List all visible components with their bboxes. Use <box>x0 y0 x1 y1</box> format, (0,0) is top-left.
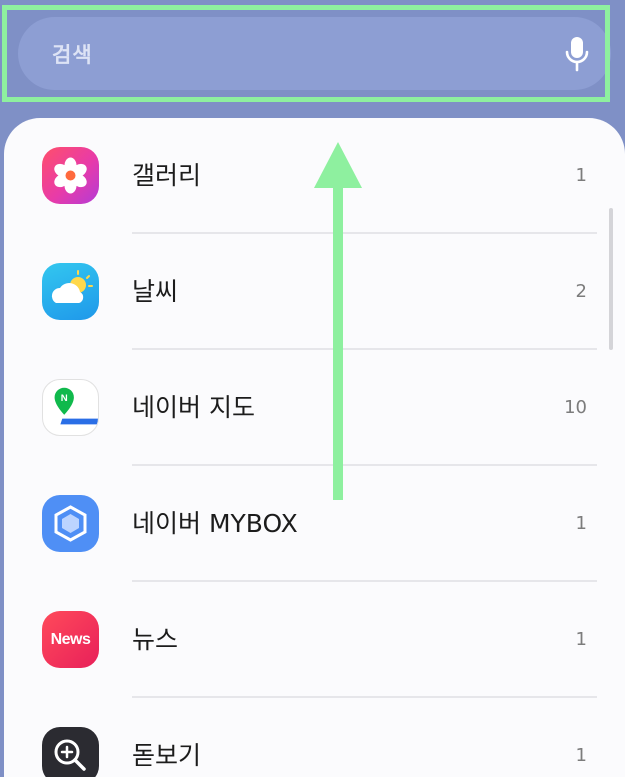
gallery-icon <box>42 147 99 204</box>
weather-icon <box>42 263 99 320</box>
magnifier-icon <box>42 727 99 777</box>
app-name: 네이버 MYBOX <box>132 509 298 538</box>
app-name: 네이버 지도 <box>132 393 255 422</box>
naver-map-icon: N <box>42 379 99 436</box>
app-row-magnifier[interactable]: 돋보기 1 <box>4 698 625 777</box>
app-count: 1 <box>575 629 587 650</box>
svg-text:N: N <box>61 393 68 404</box>
app-name: 갤러리 <box>132 161 202 190</box>
highlight-box <box>2 5 610 102</box>
app-count: 1 <box>575 745 587 766</box>
naver-mybox-icon <box>42 495 99 552</box>
app-count: 2 <box>575 281 587 302</box>
app-count: 1 <box>575 165 587 186</box>
news-icon: News <box>42 611 99 668</box>
scrollbar[interactable] <box>609 208 613 350</box>
app-name: 날씨 <box>132 277 179 306</box>
news-icon-text: News <box>50 630 91 648</box>
swipe-up-arrow-icon <box>314 142 362 500</box>
app-count: 10 <box>564 397 587 418</box>
app-name: 돋보기 <box>132 741 202 770</box>
app-row-news[interactable]: News 뉴스 1 <box>4 582 625 698</box>
app-name: 뉴스 <box>132 625 179 654</box>
app-count: 1 <box>575 513 587 534</box>
